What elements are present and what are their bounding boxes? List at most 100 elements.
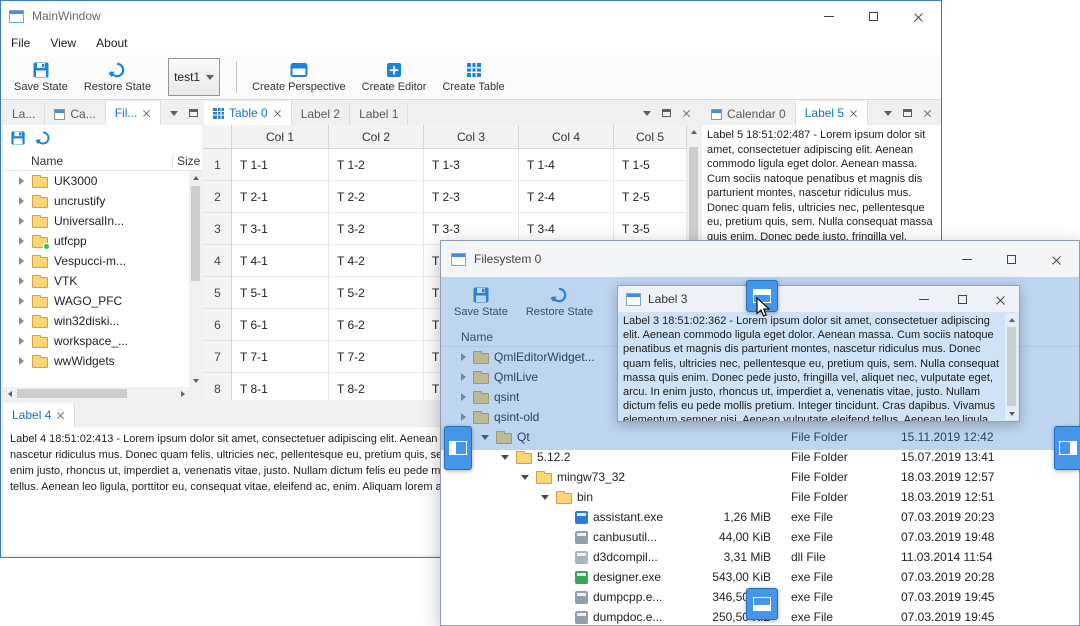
- tree-item[interactable]: win32diski...: [3, 311, 189, 331]
- row-header[interactable]: 6: [204, 309, 232, 341]
- column-header-col-2[interactable]: Col 2: [329, 125, 424, 149]
- table-cell[interactable]: T 2-5: [614, 181, 687, 213]
- table-cell[interactable]: T 7-2: [329, 341, 424, 373]
- tabs-menu-icon[interactable]: [884, 110, 892, 116]
- expand-arrow-icon[interactable]: [461, 353, 466, 361]
- create-perspective-button[interactable]: Create Perspective: [245, 59, 353, 95]
- horizontal-scrollbar[interactable]: [3, 387, 189, 400]
- close-group-icon[interactable]: [682, 109, 691, 118]
- table-cell[interactable]: T 8-1: [232, 373, 329, 400]
- create-editor-button[interactable]: Create Editor: [355, 59, 434, 95]
- menu-item-view[interactable]: View: [40, 31, 86, 55]
- table-cell[interactable]: T 6-2: [329, 309, 424, 341]
- column-header-col-1[interactable]: Col 1: [232, 125, 329, 149]
- table-cell[interactable]: T 2-4: [519, 181, 614, 213]
- row-header[interactable]: 3: [204, 213, 232, 245]
- row-header[interactable]: 2: [204, 181, 232, 213]
- restore-state-button[interactable]: Restore State: [77, 59, 158, 95]
- table-cell[interactable]: T 2-1: [232, 181, 329, 213]
- close-button[interactable]: [981, 286, 1019, 312]
- row-header[interactable]: 1: [204, 149, 232, 181]
- tree-item[interactable]: workspace_...: [3, 331, 189, 351]
- tree-item[interactable]: uncrustify: [3, 191, 189, 211]
- name-column-header[interactable]: Name: [3, 154, 172, 168]
- scrollbar-thumb[interactable]: [17, 389, 127, 398]
- close-group-icon[interactable]: [923, 109, 932, 118]
- tabs-menu-icon[interactable]: [170, 110, 179, 116]
- minimize-button[interactable]: [905, 286, 943, 312]
- filesystem-titlebar[interactable]: Filesystem 0: [441, 241, 1079, 277]
- expand-arrow-icon[interactable]: [19, 177, 24, 185]
- scrollbar-thumb[interactable]: [1007, 327, 1016, 406]
- menu-item-about[interactable]: About: [86, 31, 137, 55]
- tab-table-0[interactable]: Table 0: [204, 101, 292, 125]
- table-cell[interactable]: T 4-1: [232, 245, 329, 277]
- scrollbar-thumb[interactable]: [191, 186, 200, 281]
- expand-arrow-icon[interactable]: [19, 237, 24, 245]
- table-cell[interactable]: T 6-1: [232, 309, 329, 341]
- tree-item[interactable]: bin File Folder 18.03.2019 12:51: [441, 487, 1079, 507]
- expand-arrow-icon[interactable]: [461, 393, 466, 401]
- expand-arrow-icon[interactable]: [19, 277, 24, 285]
- tab-label-4[interactable]: Label 4: [3, 403, 76, 427]
- tree-item[interactable]: mingw73_32 File Folder 18.03.2019 12:57: [441, 467, 1079, 487]
- tree-item[interactable]: d3dcompil... 3,31 MiB dll File 11.03.2014 1…: [441, 547, 1079, 567]
- menu-item-file[interactable]: File: [1, 31, 40, 55]
- tab-label-2[interactable]: Label 2: [292, 103, 351, 125]
- save-state-icon[interactable]: [10, 130, 26, 146]
- table-cell[interactable]: T 1-1: [232, 149, 329, 181]
- tab-ca[interactable]: Ca...: [45, 103, 106, 125]
- table-cell[interactable]: T 2-2: [329, 181, 424, 213]
- scroll-left-button[interactable]: [3, 387, 16, 400]
- save-state-button[interactable]: Save State: [7, 59, 75, 95]
- perspective-combo[interactable]: test1: [168, 58, 221, 96]
- size-column-header[interactable]: Size: [172, 153, 202, 168]
- table-cell[interactable]: T 3-2: [329, 213, 424, 245]
- tree-column-headers[interactable]: Name Size: [3, 151, 202, 171]
- tree-item[interactable]: canbusutil... 44,00 KiB exe File 07.03.2019…: [441, 527, 1079, 547]
- tab-close-icon[interactable]: [849, 109, 858, 118]
- collapse-arrow-icon[interactable]: [501, 454, 509, 460]
- minimize-button[interactable]: [806, 1, 851, 31]
- table-cell[interactable]: T 5-2: [329, 277, 424, 309]
- table-cell[interactable]: T 7-1: [232, 341, 329, 373]
- expand-arrow-icon[interactable]: [19, 317, 24, 325]
- main-titlebar[interactable]: MainWindow: [1, 1, 941, 31]
- table-cell[interactable]: T 5-1: [232, 277, 329, 309]
- scroll-right-button[interactable]: [176, 387, 189, 400]
- detach-group-icon[interactable]: [189, 109, 199, 117]
- row-header[interactable]: 5: [204, 277, 232, 309]
- create-table-button[interactable]: Create Table: [435, 59, 511, 95]
- row-header[interactable]: 7: [204, 341, 232, 373]
- label3-titlebar[interactable]: Label 3: [618, 286, 1019, 312]
- tab-label-5[interactable]: Label 5: [795, 101, 869, 125]
- expand-arrow-icon[interactable]: [19, 337, 24, 345]
- expand-arrow-icon[interactable]: [19, 217, 24, 225]
- tree-item[interactable]: 5.12.2 File Folder 15.07.2019 13:41: [441, 447, 1079, 467]
- tree-item[interactable]: UniversalIn...: [3, 211, 189, 231]
- maximize-button[interactable]: [851, 1, 896, 31]
- tab-calendar-0[interactable]: Calendar 0: [702, 103, 796, 125]
- table-cell[interactable]: T 1-4: [519, 149, 614, 181]
- collapse-arrow-icon[interactable]: [541, 494, 549, 500]
- table-cell[interactable]: T 4-2: [329, 245, 424, 277]
- minimize-button[interactable]: [944, 241, 989, 277]
- scroll-up-button[interactable]: [1005, 313, 1018, 326]
- column-header-col-3[interactable]: Col 3: [424, 125, 519, 149]
- detach-group-icon[interactable]: [662, 109, 671, 117]
- vertical-scrollbar[interactable]: [1005, 313, 1018, 420]
- expand-arrow-icon[interactable]: [19, 357, 24, 365]
- tree-item[interactable]: wwWidgets: [3, 351, 189, 371]
- expand-arrow-icon[interactable]: [461, 373, 466, 381]
- tree-item[interactable]: WAGO_PFC: [3, 291, 189, 311]
- tab-label-1[interactable]: Label 1: [350, 103, 409, 125]
- collapse-arrow-icon[interactable]: [521, 474, 529, 480]
- tree-item[interactable]: designer.exe 543,00 KiB exe File 07.03.2019…: [441, 567, 1079, 587]
- tree-item[interactable]: utfcpp: [3, 231, 189, 251]
- expand-arrow-icon[interactable]: [19, 197, 24, 205]
- table-cell[interactable]: T 8-2: [329, 373, 424, 400]
- close-button[interactable]: [1034, 241, 1079, 277]
- expand-arrow-icon[interactable]: [461, 413, 466, 421]
- maximize-button[interactable]: [943, 286, 981, 312]
- dock-indicator-bottom[interactable]: [746, 588, 778, 620]
